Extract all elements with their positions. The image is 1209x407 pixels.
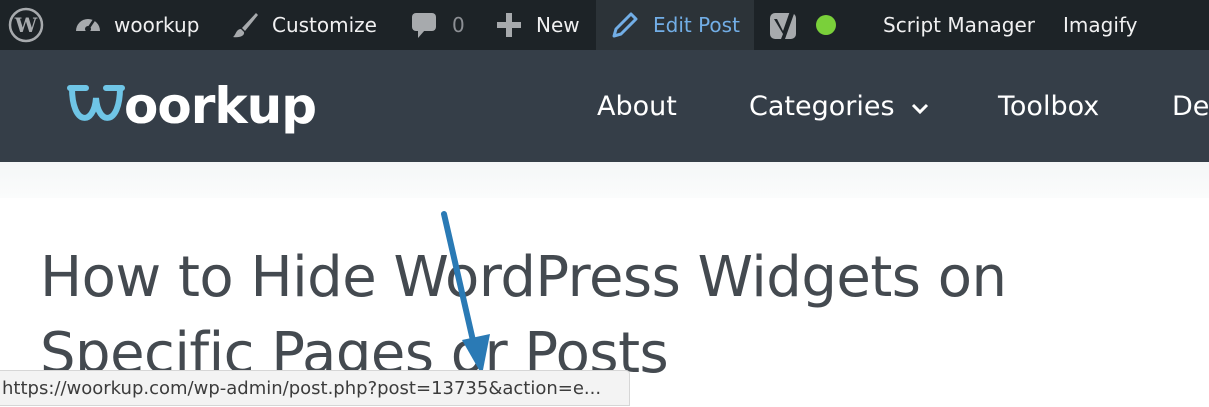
dashboard-icon (72, 9, 104, 41)
nav-about[interactable]: About (597, 50, 677, 162)
customize-label: Customize (272, 13, 377, 37)
wordpress-icon: W (8, 7, 44, 43)
chevron-down-icon (911, 91, 929, 122)
logo-text: oorkup (124, 77, 317, 135)
nav-toolbox-label: Toolbox (998, 90, 1100, 122)
nav-item-truncated[interactable]: De (1172, 50, 1209, 162)
nav-toolbox[interactable]: Toolbox (998, 50, 1099, 162)
plus-icon (496, 12, 522, 38)
svg-text:W: W (14, 13, 38, 37)
woorkup-w-icon (64, 76, 128, 137)
imagify-label: Imagify (1063, 13, 1138, 37)
site-header: oorkup About Categories Toolbox De (0, 50, 1209, 162)
wordpress-logo-menu[interactable]: W (8, 0, 44, 50)
script-manager-button[interactable]: Script Manager (883, 0, 1035, 50)
nav-about-label: About (597, 90, 677, 122)
new-label: New (536, 13, 580, 37)
customize-button[interactable]: Customize (230, 0, 377, 50)
comments-button[interactable]: 0 (410, 0, 465, 50)
paintbrush-icon (230, 10, 260, 40)
status-url: https://woorkup.com/wp-admin/post.php?po… (2, 377, 602, 399)
script-manager-label: Script Manager (883, 13, 1036, 37)
site-name-menu[interactable]: woorkup (72, 0, 199, 50)
browser-status-bar: https://woorkup.com/wp-admin/post.php?po… (0, 370, 630, 406)
yoast-icon (768, 7, 802, 43)
nav-truncated-label: De (1172, 90, 1209, 122)
edit-post-button[interactable]: Edit Post (596, 0, 754, 50)
header-shadow-strip (0, 162, 1209, 198)
yoast-seo-menu[interactable] (768, 0, 836, 50)
edit-post-label: Edit Post (653, 13, 740, 37)
nav-categories[interactable]: Categories (749, 50, 929, 162)
site-logo[interactable]: oorkup (64, 74, 317, 138)
new-content-menu[interactable]: New (496, 0, 580, 50)
seo-status-dot (816, 15, 836, 35)
pencil-icon (611, 11, 639, 39)
comment-icon (410, 10, 438, 40)
admin-bar: W woorkup Customize 0 New Edit Post Scri… (0, 0, 1209, 50)
nav-categories-label: Categories (749, 90, 895, 122)
imagify-menu[interactable]: Imagify (1063, 0, 1137, 50)
site-name-label: woorkup (114, 13, 200, 37)
comments-count: 0 (452, 13, 465, 37)
